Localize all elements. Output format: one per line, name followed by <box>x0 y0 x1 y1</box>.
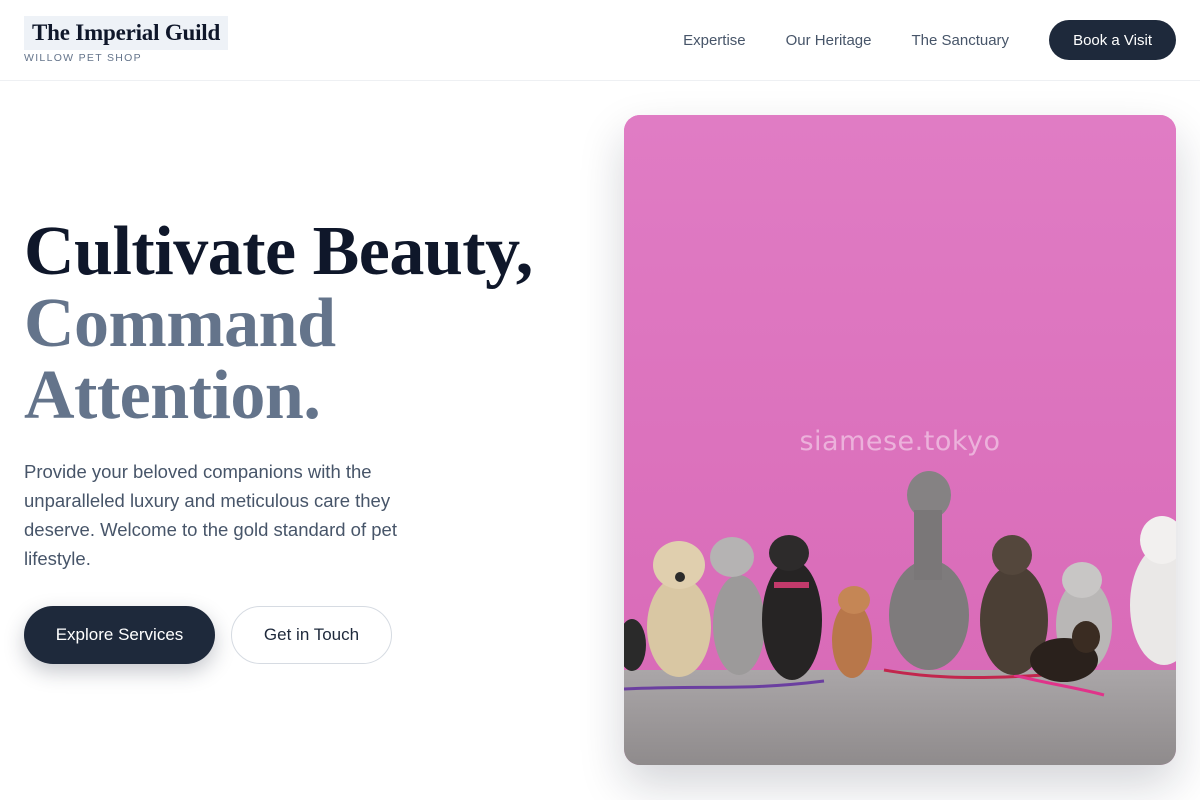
dog-cream <box>647 541 711 677</box>
brand-subtitle: WILLOW PET SHOP <box>24 52 142 64</box>
brand[interactable]: The Imperial Guild WILLOW PET SHOP <box>24 16 229 64</box>
site-header: The Imperial Guild WILLOW PET SHOP Exper… <box>0 0 1200 81</box>
headline-line-2: Command <box>24 285 336 362</box>
main-nav: Expertise Our Heritage The Sanctuary Boo… <box>683 20 1176 60</box>
hero-lead-text: Provide your beloved companions with the… <box>24 461 397 569</box>
nav-link-our-heritage[interactable]: Our Heritage <box>786 32 872 49</box>
hero-image: siamese.tokyo <box>624 115 1176 765</box>
nav-link-expertise[interactable]: Expertise <box>683 32 746 49</box>
nav-link-the-sanctuary[interactable]: The Sanctuary <box>912 32 1010 49</box>
headline-line-1: Cultivate Beauty, <box>24 213 533 290</box>
headline-line-3: Attention. <box>24 357 321 434</box>
hero-headline: Cultivate Beauty, Command Attention. <box>24 216 533 432</box>
hero-actions: Explore Services Get in Touch <box>24 606 392 664</box>
book-a-visit-button[interactable]: Book a Visit <box>1049 20 1176 60</box>
image-watermark: siamese.tokyo <box>799 426 1001 457</box>
brand-title[interactable]: The Imperial Guild <box>24 16 229 50</box>
get-in-touch-button[interactable]: Get in Touch <box>231 606 392 664</box>
explore-services-button[interactable]: Explore Services <box>24 606 215 664</box>
